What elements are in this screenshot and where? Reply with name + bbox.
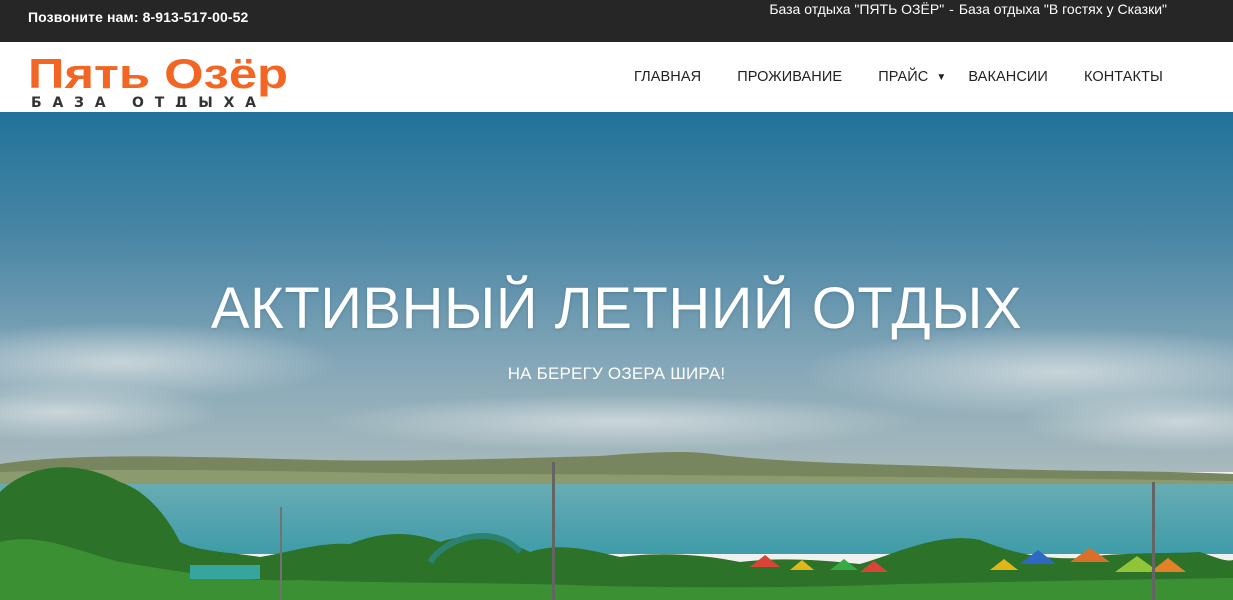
top-bar: Позвоните нам: 8-913-517-00-52 База отды… xyxy=(0,0,1233,42)
nav-label: ПРАЙС xyxy=(878,69,929,85)
logo-title: Пять Озёр xyxy=(28,50,288,97)
link-separator: - xyxy=(949,1,954,17)
logo-graphic: Пять Озёр БАЗА ОТДЫХА xyxy=(28,50,288,107)
main-nav: ГЛАВНАЯ ПРОЖИВАНИЕ ПРАЙС ▼ ВАКАНСИИ КОНТА… xyxy=(598,42,1163,112)
site-header: Пять Озёр БАЗА ОТДЫХА ГЛАВНАЯ ПРОЖИВАНИЕ… xyxy=(0,42,1233,112)
nav-label: ПРОЖИВАНИЕ xyxy=(737,69,843,85)
nav-item-glavnaya[interactable]: ГЛАВНАЯ xyxy=(634,69,701,85)
link-v-gostyah-u-skazki[interactable]: База отдыха "В гостях у Сказки" xyxy=(959,1,1167,17)
hero-background-image xyxy=(0,112,1233,600)
nav-label: ВАКАНСИИ xyxy=(968,69,1048,85)
nav-label: КОНТАКТЫ xyxy=(1083,69,1163,85)
hero-banner: АКТИВНЫЙ ЛЕТНИЙ ОТДЫХ НА БЕРЕГУ ОЗЕРА ШИ… xyxy=(0,112,1233,600)
hero-title: АКТИВНЫЙ ЛЕТНИЙ ОТДЫХ xyxy=(210,276,1023,341)
nav-item-kontakty[interactable]: КОНТАКТЫ xyxy=(1084,69,1163,85)
nav-item-vakansii[interactable]: ВАКАНСИИ xyxy=(968,69,1048,85)
site-logo[interactable]: Пять Озёр БАЗА ОТДЫХА xyxy=(28,49,290,107)
hero-subtitle: НА БЕРЕГУ ОЗЕРА ШИРА! xyxy=(507,364,726,383)
nav-item-prais[interactable]: ПРАЙС ▼ xyxy=(878,69,946,85)
phone-number[interactable]: Позвоните нам: 8-913-517-00-52 xyxy=(28,9,248,25)
nav-label: ГЛАВНАЯ xyxy=(633,69,702,85)
link-pyat-ozer[interactable]: База отдыха "ПЯТЬ ОЗЁР" xyxy=(769,1,944,17)
caret-down-icon: ▼ xyxy=(936,71,947,83)
nav-item-prozhivanie[interactable]: ПРОЖИВАНИЕ xyxy=(737,69,842,85)
top-links: База отдыха "ПЯТЬ ОЗЁР" - База отдыха "В г… xyxy=(769,1,1167,17)
